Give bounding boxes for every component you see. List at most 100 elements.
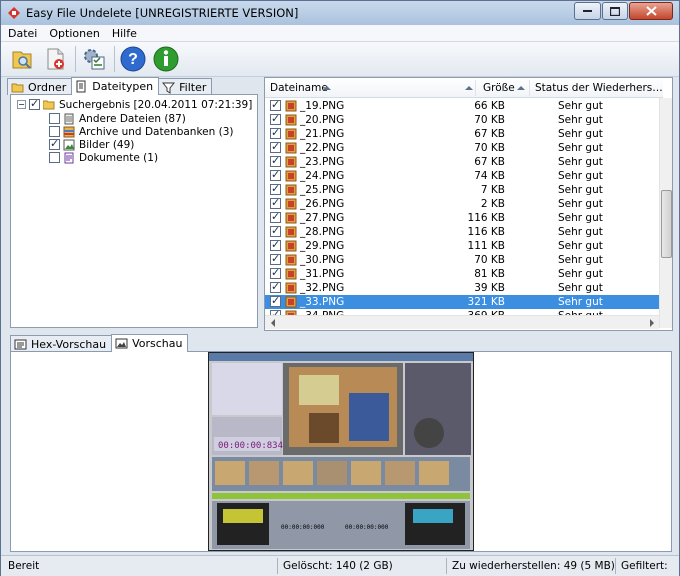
row-size: 70 KB <box>474 142 505 154</box>
table-row[interactable]: _23.PNG 67 KB Sehr gut <box>265 154 659 169</box>
png-file-icon <box>285 240 297 252</box>
row-status: Sehr gut <box>558 142 603 154</box>
tab-ordner[interactable]: Ordner <box>7 78 73 95</box>
table-row[interactable]: _22.PNG 70 KB Sehr gut <box>265 140 659 155</box>
menu-hilfe[interactable]: Hilfe <box>107 27 142 40</box>
tree-item-checkbox[interactable] <box>49 152 60 163</box>
column-divider[interactable] <box>529 80 530 96</box>
row-status: Sehr gut <box>558 156 603 168</box>
table-row[interactable]: _28.PNG 116 KB Sehr gut <box>265 224 659 239</box>
row-size: 66 KB <box>474 100 505 112</box>
row-checkbox[interactable] <box>270 168 281 181</box>
delete-file-button[interactable] <box>40 44 70 74</box>
png-file-icon <box>285 254 297 266</box>
table-row[interactable]: _27.PNG 116 KB Sehr gut <box>265 210 659 225</box>
row-checkbox[interactable] <box>270 182 281 195</box>
row-size: 2 KB <box>480 198 505 210</box>
png-file-icon <box>285 268 297 280</box>
row-status: Sehr gut <box>558 100 603 112</box>
row-checkbox[interactable] <box>270 280 281 293</box>
table-row[interactable]: _19.PNG 66 KB Sehr gut <box>265 98 659 113</box>
row-checkbox[interactable] <box>270 294 281 307</box>
table-row[interactable]: _24.PNG 74 KB Sehr gut <box>265 168 659 183</box>
menu-optionen[interactable]: Optionen <box>44 27 104 40</box>
row-status: Sehr gut <box>558 114 603 126</box>
filter-icon <box>162 82 176 94</box>
tree-root-label: Suchergebnis [20.04.2011 07:21:39] <box>59 98 253 111</box>
close-button[interactable] <box>629 2 673 20</box>
row-size: 70 KB <box>474 254 505 266</box>
row-checkbox[interactable] <box>270 126 281 139</box>
svg-text:?: ? <box>128 51 138 68</box>
preview-counter-b: 00:00:00:000 <box>345 524 389 531</box>
row-checkbox[interactable] <box>270 210 281 223</box>
tree-item-checkbox[interactable] <box>49 126 60 137</box>
toolbar-separator <box>114 46 115 72</box>
tree-item-andere-dateien[interactable]: Andere Dateien (87) <box>49 112 186 125</box>
folder-icon <box>11 83 24 92</box>
png-file-icon <box>285 114 297 126</box>
column-header-groesse[interactable]: Größe <box>483 82 515 94</box>
row-checkbox[interactable] <box>270 154 281 167</box>
status-filtered: Gefiltert: <box>621 560 668 572</box>
tab-dateitypen[interactable]: Dateitypen <box>71 77 160 95</box>
tree-item-checkbox[interactable] <box>49 113 60 124</box>
scroll-right-icon[interactable] <box>647 318 657 328</box>
open-search-button[interactable] <box>7 44 37 74</box>
png-file-icon <box>285 128 297 140</box>
horizontal-scrollbar[interactable] <box>265 315 659 329</box>
table-row[interactable]: _25.PNG 7 KB Sehr gut <box>265 182 659 197</box>
row-checkbox[interactable] <box>270 140 281 153</box>
row-checkbox[interactable] <box>270 238 281 251</box>
folder-icon <box>43 100 55 109</box>
tree-item-dokumente[interactable]: Dokumente (1) <box>49 151 158 164</box>
info-button[interactable] <box>151 44 181 74</box>
tree-item-archive[interactable]: Archive und Datenbanken (3) <box>49 125 233 138</box>
vertical-scrollbar[interactable] <box>659 98 672 328</box>
png-file-icon <box>285 198 297 210</box>
row-checkbox[interactable] <box>270 224 281 237</box>
tab-filter[interactable]: Filter <box>158 78 213 95</box>
info-icon <box>153 46 179 72</box>
tree-root[interactable]: − Suchergebnis [20.04.2011 07:21:39] <box>17 97 253 111</box>
tab-hex-vorschau-label: Hex-Vorschau <box>31 337 107 351</box>
preview-image-icon <box>115 338 128 349</box>
row-checkbox[interactable] <box>270 266 281 279</box>
table-row[interactable]: _21.PNG 67 KB Sehr gut <box>265 126 659 141</box>
status-recoverable: Zu wiederherstellen: 49 (5 MB) <box>452 560 615 572</box>
scrollbar-thumb[interactable] <box>661 190 672 258</box>
table-row[interactable]: _26.PNG 2 KB Sehr gut <box>265 196 659 211</box>
row-checkbox[interactable] <box>270 196 281 209</box>
scroll-left-icon[interactable] <box>268 318 278 328</box>
row-checkbox[interactable] <box>270 98 281 111</box>
collapse-toggle[interactable]: − <box>17 100 26 109</box>
menu-datei[interactable]: Datei <box>3 27 42 40</box>
table-row[interactable]: _31.PNG 81 KB Sehr gut <box>265 266 659 281</box>
toolbar: ? <box>1 42 679 77</box>
help-button[interactable]: ? <box>118 44 148 74</box>
table-row[interactable]: _29.PNG 111 KB Sehr gut <box>265 238 659 253</box>
settings-button[interactable] <box>79 44 109 74</box>
column-divider[interactable] <box>475 80 476 96</box>
column-header-dateiname[interactable]: Dateiname <box>270 82 328 94</box>
table-row[interactable]: _32.PNG 39 KB Sehr gut <box>265 280 659 295</box>
row-checkbox[interactable] <box>270 252 281 265</box>
row-filename: _25.PNG <box>300 184 345 196</box>
file-list: Dateiname Größe Status der Wiederhers… _… <box>264 77 673 331</box>
tree-item-bilder[interactable]: Bilder (49) <box>49 137 134 151</box>
maximize-button[interactable] <box>602 2 628 20</box>
row-filename: _32.PNG <box>300 282 345 294</box>
minimize-button[interactable] <box>574 2 601 20</box>
table-row[interactable]: _30.PNG 70 KB Sehr gut <box>265 252 659 267</box>
table-row[interactable]: _33.PNG 321 KB Sehr gut <box>265 294 659 309</box>
row-checkbox[interactable] <box>270 112 281 125</box>
row-size: 39 KB <box>474 282 505 294</box>
tab-hex-vorschau[interactable]: Hex-Vorschau <box>10 335 113 352</box>
table-row[interactable]: _20.PNG 70 KB Sehr gut <box>265 112 659 127</box>
column-header-status[interactable]: Status der Wiederhers… <box>535 82 663 94</box>
tree-root-checkbox[interactable] <box>29 97 40 110</box>
menu-bar: Datei Optionen Hilfe <box>1 25 679 42</box>
tree-item-checkbox[interactable] <box>49 137 60 150</box>
tab-vorschau[interactable]: Vorschau <box>111 334 189 352</box>
png-file-icon <box>285 156 297 168</box>
